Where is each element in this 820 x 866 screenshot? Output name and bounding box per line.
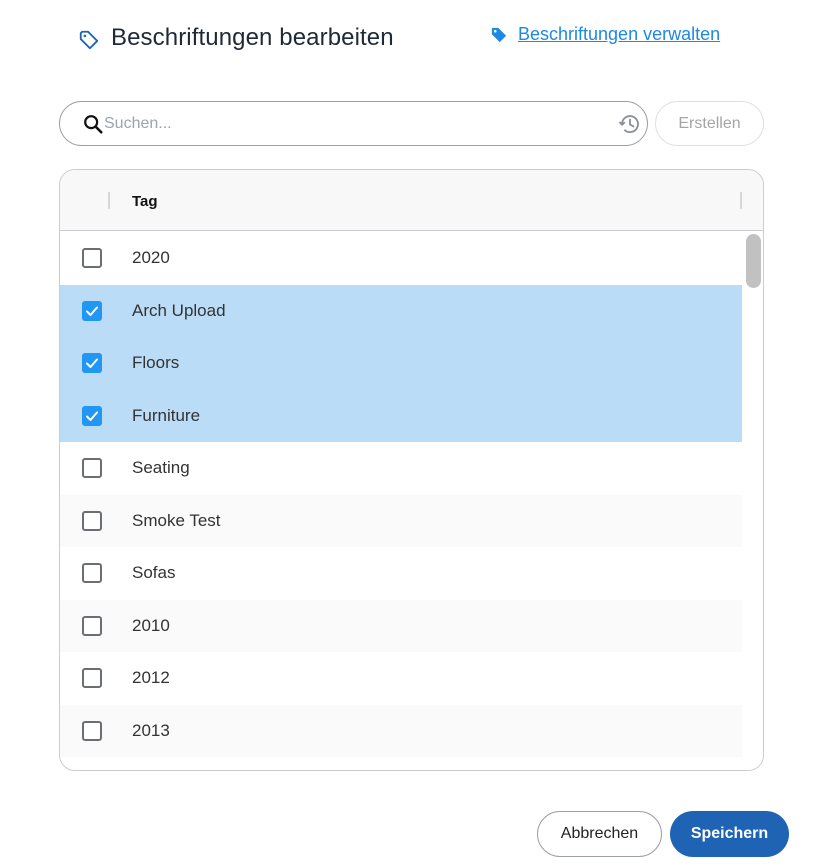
cancel-button[interactable]: Abbrechen bbox=[537, 811, 662, 857]
dialog-title: Beschriftungen bearbeiten bbox=[111, 24, 394, 51]
table-row[interactable]: Sofas bbox=[60, 547, 742, 600]
row-label: Smoke Test bbox=[132, 510, 221, 530]
row-checkbox[interactable] bbox=[82, 405, 102, 426]
check-icon bbox=[86, 306, 98, 316]
row-checkbox[interactable] bbox=[82, 510, 102, 531]
row-label: Floors bbox=[132, 353, 180, 373]
row-label: 2020 bbox=[132, 248, 170, 268]
row-checkbox[interactable] bbox=[82, 300, 102, 321]
row-label: Sofas bbox=[132, 563, 176, 583]
save-button[interactable]: Speichern bbox=[670, 811, 789, 857]
check-icon bbox=[86, 411, 98, 421]
column-divider bbox=[740, 192, 742, 209]
row-checkbox[interactable] bbox=[82, 563, 102, 584]
row-label: 2013 bbox=[132, 720, 170, 740]
table-body: 2020 Arch Upload Floors Furniture Seatin… bbox=[60, 232, 742, 757]
dialog-header: Beschriftungen bearbeiten Beschriftungen… bbox=[0, 0, 820, 80]
scrollbar-thumb[interactable] bbox=[746, 234, 761, 288]
search-box bbox=[59, 101, 648, 146]
column-divider bbox=[108, 192, 110, 209]
create-button[interactable]: Erstellen bbox=[655, 101, 764, 146]
row-checkbox[interactable] bbox=[82, 458, 102, 479]
row-checkbox[interactable] bbox=[82, 353, 102, 374]
tag-icon bbox=[491, 27, 507, 42]
manage-labels-link[interactable]: Beschriftungen verwalten bbox=[490, 24, 720, 45]
table-row[interactable]: 2020 bbox=[60, 232, 742, 285]
row-label: Arch Upload bbox=[132, 300, 226, 320]
table-row[interactable]: 2012 bbox=[60, 652, 742, 705]
column-header-tag[interactable]: Tag bbox=[132, 193, 158, 210]
tags-table: Tag 2020 Arch Upload Floors Furniture Se… bbox=[59, 169, 764, 771]
table-row[interactable]: 2010 bbox=[60, 599, 742, 652]
table-row[interactable]: Smoke Test bbox=[60, 494, 742, 547]
check-icon bbox=[86, 358, 98, 369]
row-label: 2012 bbox=[132, 668, 170, 688]
search-input[interactable] bbox=[104, 112, 604, 136]
table-row[interactable]: Furniture bbox=[60, 389, 742, 442]
table-row[interactable]: Seating bbox=[60, 442, 742, 495]
row-checkbox[interactable] bbox=[82, 668, 102, 689]
search-icon bbox=[84, 115, 103, 134]
history-icon[interactable] bbox=[617, 112, 641, 136]
table-row[interactable]: Arch Upload bbox=[60, 284, 742, 337]
manage-labels-link-label: Beschriftungen verwalten bbox=[518, 24, 721, 44]
table-row[interactable]: Floors bbox=[60, 337, 742, 390]
row-label: Seating bbox=[132, 458, 190, 478]
scrollbar-track[interactable] bbox=[742, 232, 763, 770]
row-checkbox[interactable] bbox=[82, 615, 102, 636]
row-label: Furniture bbox=[132, 405, 201, 425]
row-checkbox[interactable] bbox=[82, 248, 102, 269]
tag-outline-icon bbox=[79, 30, 99, 50]
row-label: 2010 bbox=[132, 615, 170, 635]
table-row[interactable]: 2013 bbox=[60, 704, 742, 757]
row-checkbox[interactable] bbox=[82, 720, 102, 741]
table-header: Tag bbox=[60, 170, 763, 231]
